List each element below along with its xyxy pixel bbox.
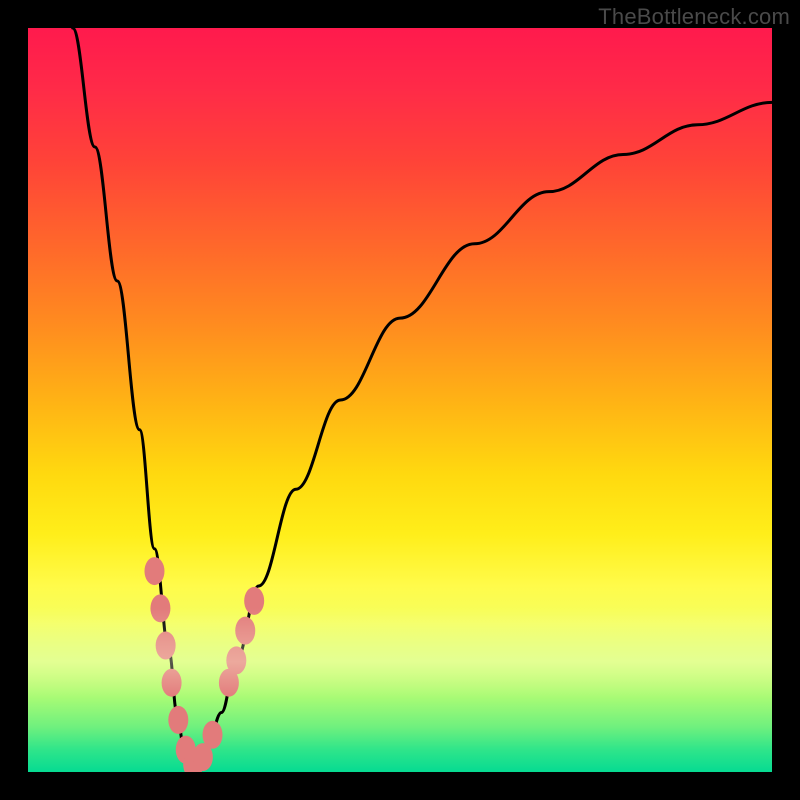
watermark-text: TheBottleneck.com [598, 4, 790, 30]
highlight-marker [168, 706, 188, 734]
highlight-marker [203, 721, 223, 749]
highlight-marker [235, 617, 255, 645]
bottleneck-curve [73, 28, 772, 765]
highlight-marker [144, 557, 164, 585]
highlight-marker [244, 587, 264, 615]
chart-plot-area [28, 28, 772, 772]
highlight-marker [162, 669, 182, 697]
highlight-marker [226, 646, 246, 674]
highlight-marker [150, 594, 170, 622]
highlight-markers-group [144, 557, 264, 772]
app-frame: TheBottleneck.com [0, 0, 800, 800]
chart-svg [28, 28, 772, 772]
highlight-marker [156, 632, 176, 660]
